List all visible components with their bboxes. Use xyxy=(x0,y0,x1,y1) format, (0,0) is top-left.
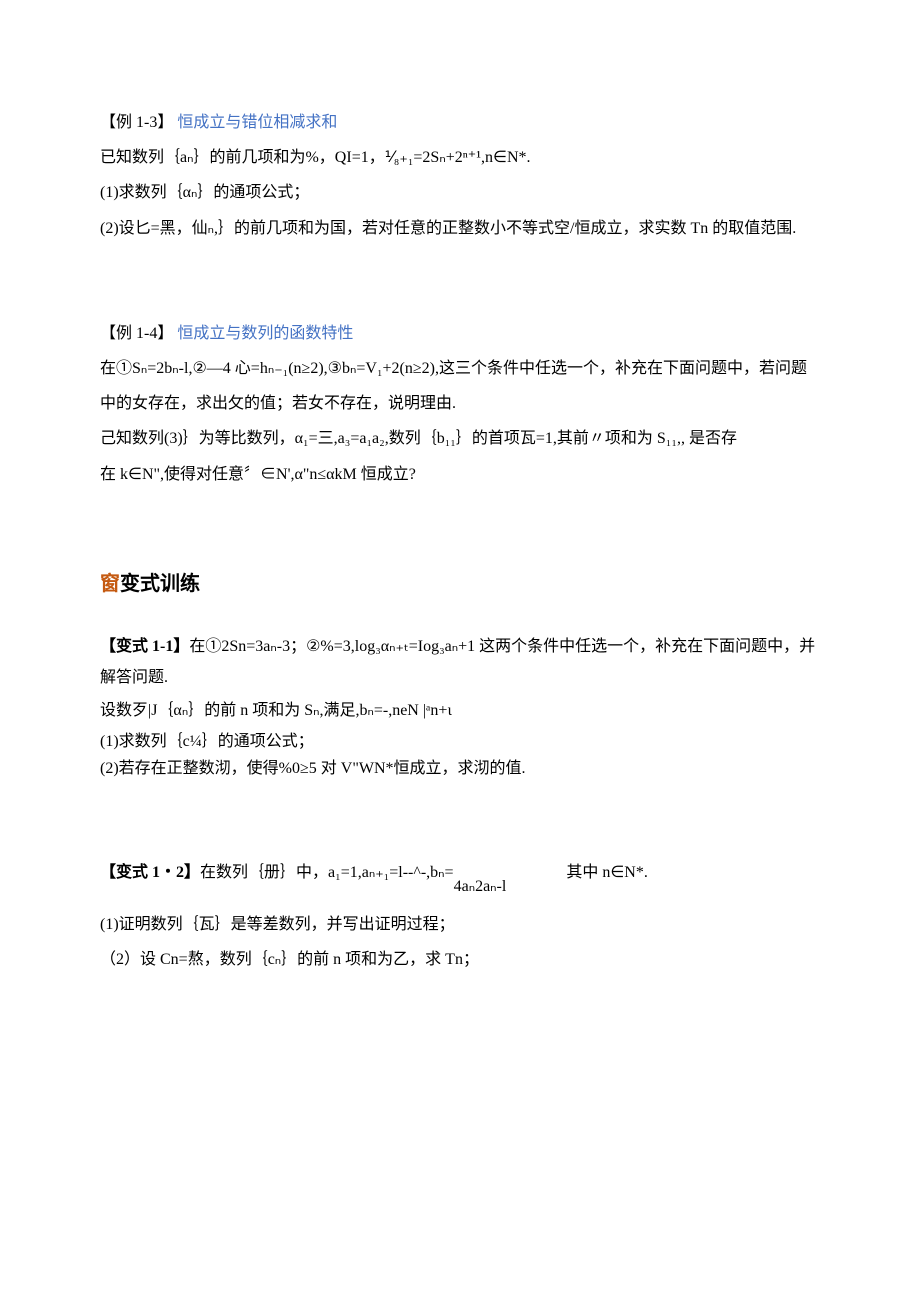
ex14-line1: 在①Sₙ=2bₙ-l,②—4 心=hₙ₋₁(n≥2),③bₙ=V₁+2(n≥2)… xyxy=(100,351,820,421)
ex13-line2: (1)求数列｛αₙ｝的通项公式； xyxy=(100,175,820,210)
var12-line3: （2）设 Cn=熬，数列｛cₙ｝的前 n 项和为乙，求 Tn； xyxy=(100,942,820,977)
ex13-line3: (2)设匕=黑，仙ₙ,｝的前几项和为国，若对任意的正整数小不等式空/恒成立，求实… xyxy=(100,211,820,246)
section-heading: 窗变式训练 xyxy=(100,562,820,606)
var12-line1: 【变式 1・2】在数列｛册｝中，a₁=1,aₙ₊₁=l--^-,bₙ=4aₙ2a… xyxy=(100,853,820,907)
ex13-line1: 已知数列｛aₙ｝的前几项和为%，QI=1，⅟₈₊₁=2Sₙ+2ⁿ⁺¹,n∈N*. xyxy=(100,140,820,175)
var12-frac: 4aₙ2aₙ-l xyxy=(454,867,507,907)
section-rest: 变式训练 xyxy=(120,573,200,595)
example-1-3-label: 【例 1-3】 xyxy=(100,114,173,131)
example-1-3-heading: 【例 1-3】 恒成立与错位相减求和 xyxy=(100,105,820,140)
ex14-line3: 在 k∈N",使得对任意〞∈N',α"n≤αkM 恒成立? xyxy=(100,457,820,492)
var11-label: 【变式 1-1】 xyxy=(100,638,189,655)
var12-line1a: 在数列｛册｝中，a₁=1,aₙ₊₁=l--^-,bₙ= xyxy=(200,864,454,881)
example-1-3-title: 恒成立与错位相减求和 xyxy=(177,114,337,131)
section-word: 窗 xyxy=(100,573,120,595)
var11-line1: 【变式 1-1】在①2Sn=3aₙ-3；②%=3,log₃αₙ₊ₜ=Iog₃aₙ… xyxy=(100,631,820,693)
var12-label: 【变式 1・2】 xyxy=(100,864,200,881)
var11-line2: 设数歹|J｛αₙ｝的前 n 项和为 Sₙ,满足,bₙ=-,neN |ᵃn+ι xyxy=(100,693,820,728)
var11-line1-text: 在①2Sn=3aₙ-3；②%=3,log₃αₙ₊ₜ=Iog₃aₙ+1 这两个条件… xyxy=(100,638,815,686)
example-1-4-label: 【例 1-4】 xyxy=(100,325,173,342)
example-1-4-heading: 【例 1-4】 恒成立与数列的函数特性 xyxy=(100,316,820,351)
ex14-line2: 己知数列(3)｝为等比数列，α₁=三,a₃=a₁a₂,数列｛b₁₁｝的首项瓦=1… xyxy=(100,421,820,456)
example-1-4-title: 恒成立与数列的函数特性 xyxy=(177,325,353,342)
var12-line1b: 其中 n∈N*. xyxy=(566,864,648,881)
var11-line4: (2)若存在正整数沏，使得%0≥5 对 V"WN*恒成立，求沏的值. xyxy=(100,755,820,782)
var12-line2: (1)证明数列｛瓦｝是等差数列，并写出证明过程； xyxy=(100,907,820,942)
var11-line3: (1)求数列｛c¼｝的通项公式； xyxy=(100,728,820,755)
